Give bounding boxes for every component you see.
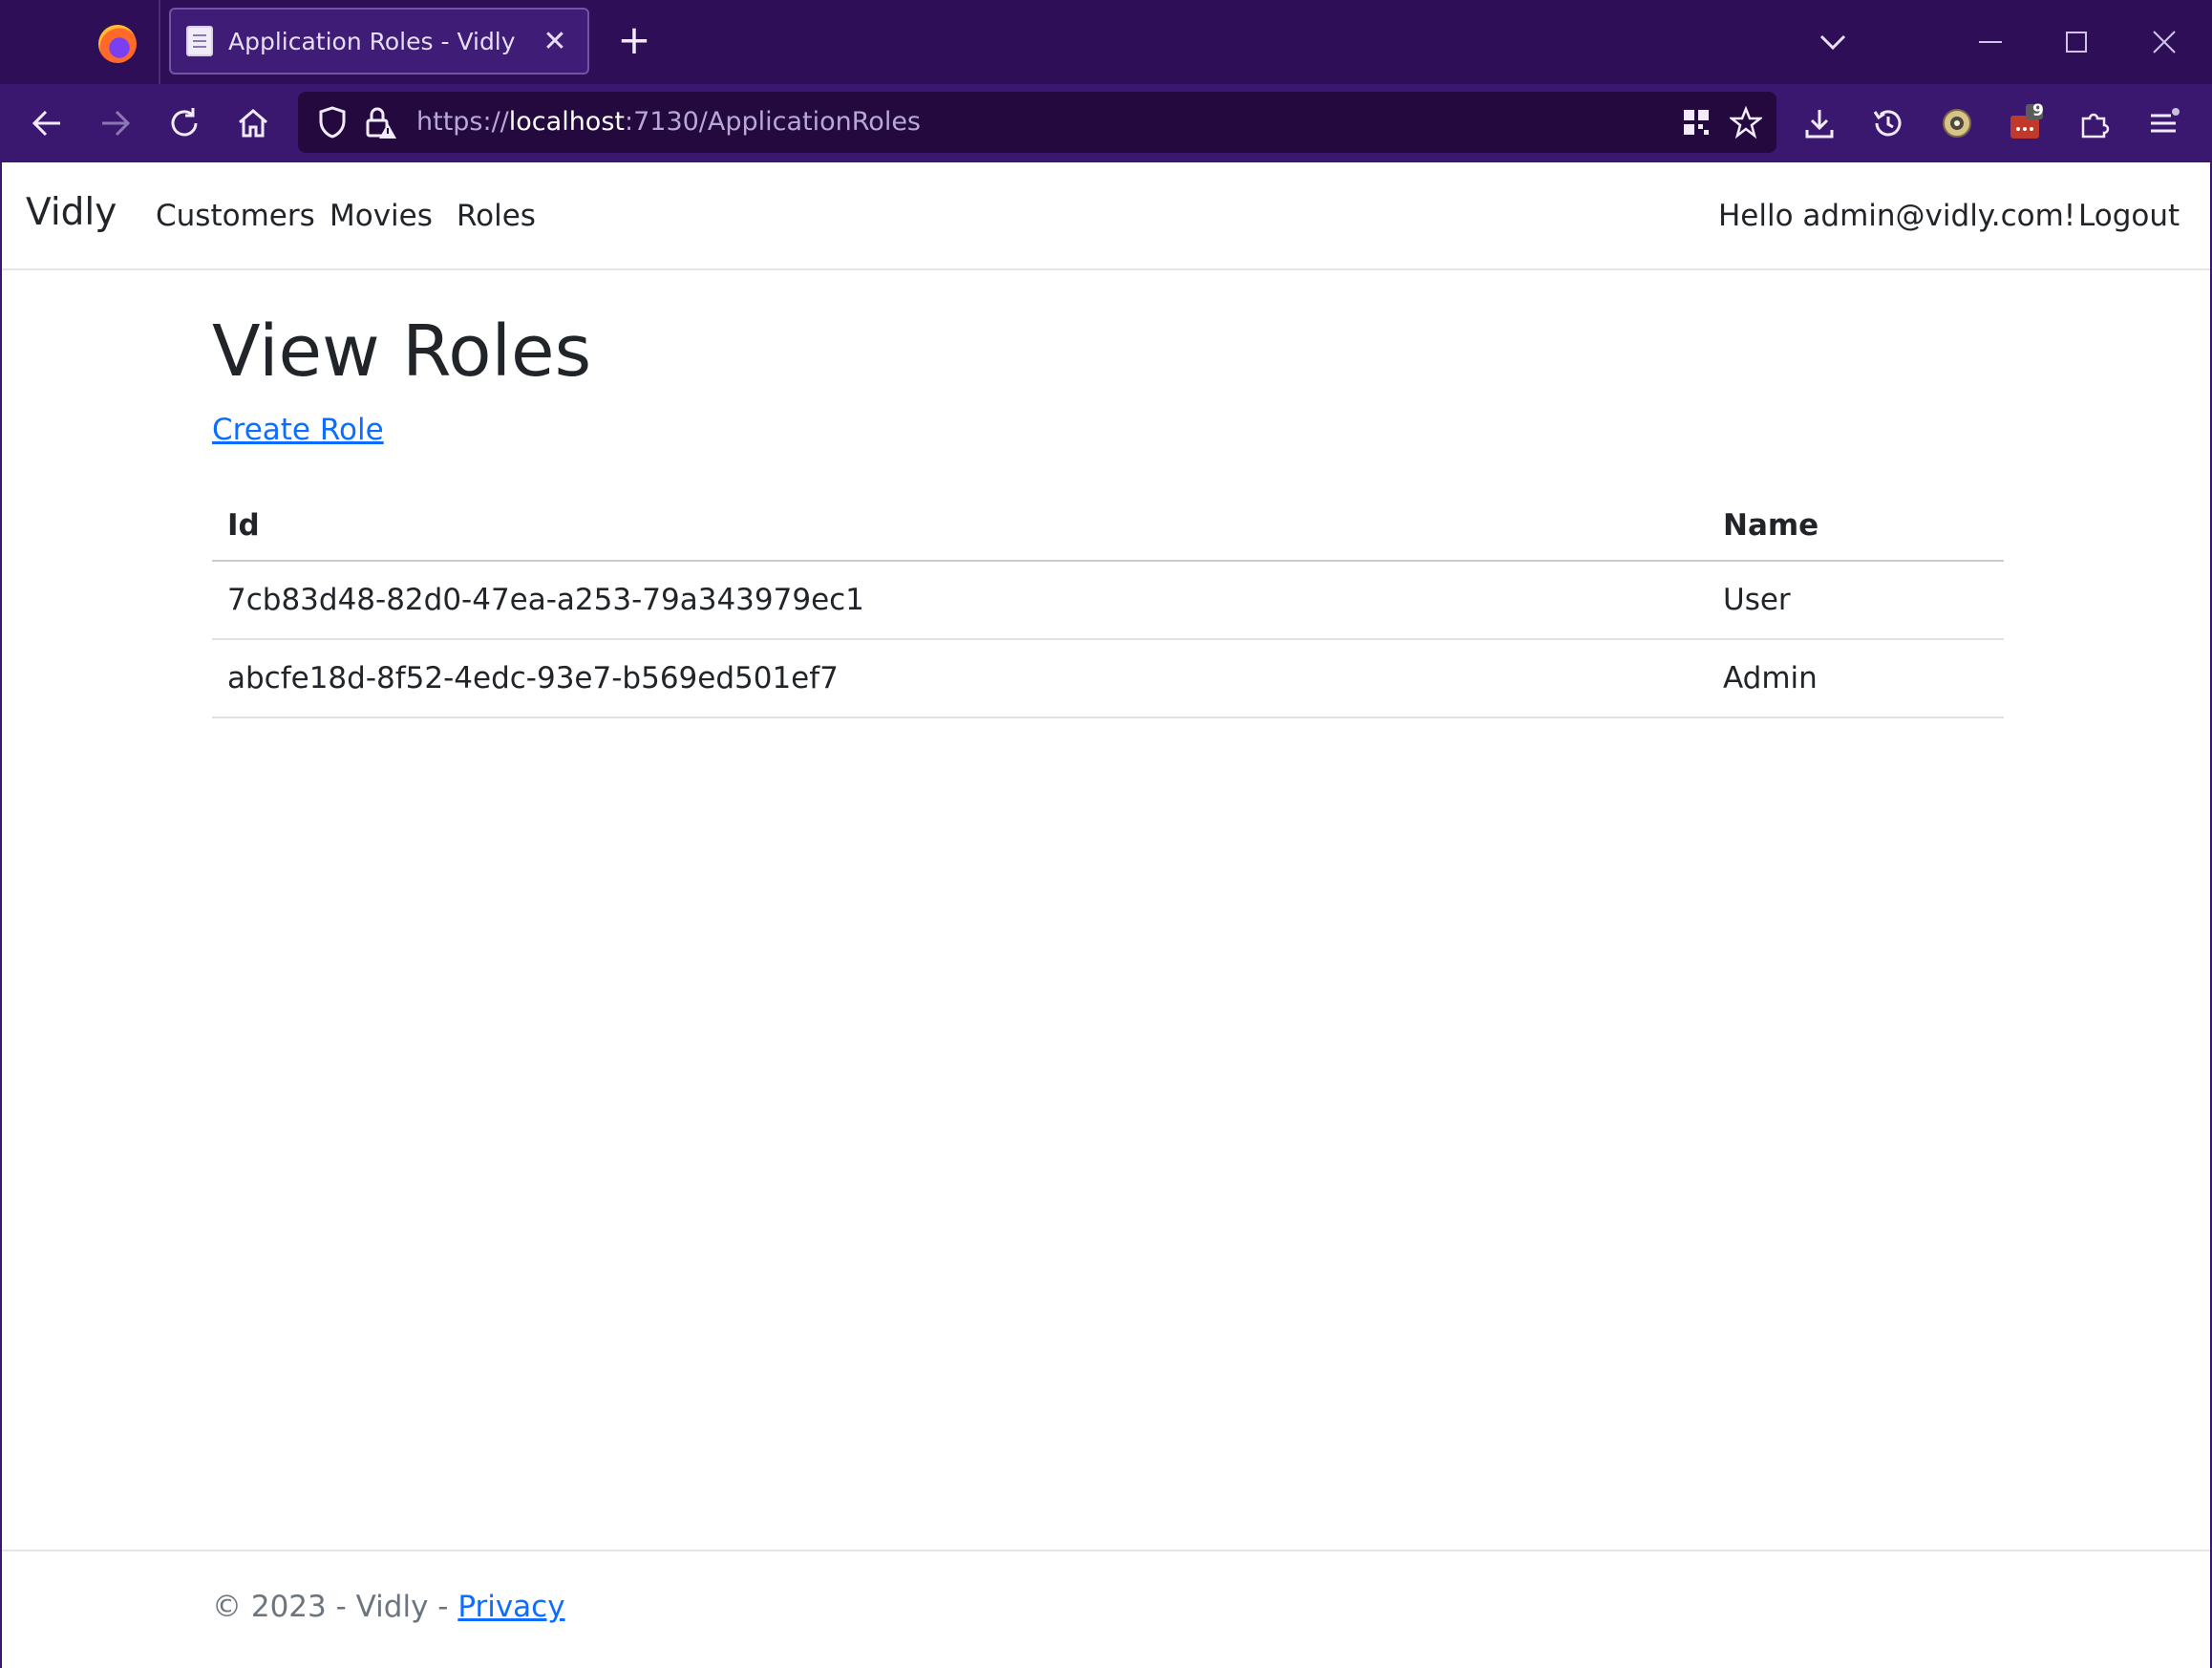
extension-badge-button[interactable]: 9 bbox=[2000, 97, 2052, 149]
forward-button[interactable] bbox=[90, 97, 141, 149]
column-header-name: Name bbox=[1723, 508, 1819, 543]
role-id-cell: 7cb83d48-82d0-47ea-a253-79a343979ec1 bbox=[227, 583, 864, 617]
extension-count-badge: 9 bbox=[2032, 101, 2044, 120]
downloads-button[interactable] bbox=[1794, 97, 1845, 149]
table-header-row: Id Name bbox=[212, 487, 2004, 562]
forward-arrow-icon bbox=[102, 110, 131, 137]
logout-button[interactable]: Logout bbox=[2078, 199, 2180, 233]
page-favicon-icon bbox=[186, 26, 213, 56]
extensions-puzzle-button[interactable] bbox=[2069, 97, 2120, 149]
back-button[interactable] bbox=[21, 97, 73, 149]
back-arrow-icon bbox=[32, 110, 60, 137]
insecure-lock-warning-icon[interactable] bbox=[359, 101, 401, 143]
home-icon bbox=[239, 109, 267, 138]
roles-table: Id Name 7cb83d48-82d0-47ea-a253-79a34397… bbox=[212, 487, 2004, 718]
tracking-protection-shield-icon[interactable] bbox=[311, 101, 353, 143]
browser-toolbar: https://localhost:7130/ApplicationRoles bbox=[0, 84, 2212, 162]
create-role-link[interactable]: Create Role bbox=[212, 413, 384, 447]
tab-title: Application Roles - Vidly bbox=[228, 27, 516, 55]
home-button[interactable] bbox=[227, 97, 279, 149]
privacy-link[interactable]: Privacy bbox=[457, 1590, 564, 1624]
bookmark-star-icon[interactable] bbox=[1725, 101, 1767, 143]
page-title: View Roles bbox=[212, 310, 592, 393]
app-menu-button[interactable] bbox=[2138, 97, 2189, 149]
history-icon bbox=[1873, 110, 1902, 137]
history-button[interactable] bbox=[1862, 97, 1914, 149]
table-row: 7cb83d48-82d0-47ea-a253-79a343979ec1 Use… bbox=[212, 562, 2004, 640]
url-text[interactable]: https://localhost:7130/ApplicationRoles bbox=[416, 92, 921, 153]
nav-roles-link[interactable]: Roles bbox=[457, 199, 536, 233]
brand-link[interactable]: Vidly bbox=[26, 191, 117, 234]
user-greeting-link[interactable]: Hello admin@vidly.com! bbox=[1718, 199, 2075, 233]
firefox-logo-icon[interactable] bbox=[98, 25, 137, 63]
footer-text: © 2023 - Vidly - Privacy bbox=[212, 1590, 565, 1624]
globe-extension-icon bbox=[1943, 109, 1971, 138]
reload-icon bbox=[171, 108, 198, 137]
tab-close-button[interactable]: ✕ bbox=[536, 25, 574, 58]
copyright-text: © 2023 - Vidly - bbox=[212, 1590, 458, 1624]
url-bar[interactable]: https://localhost:7130/ApplicationRoles bbox=[298, 92, 1776, 153]
hamburger-menu-icon bbox=[2151, 108, 2180, 133]
qr-code-icon[interactable] bbox=[1675, 101, 1717, 143]
active-tab[interactable]: Application Roles - Vidly ✕ bbox=[169, 8, 589, 75]
list-all-tabs-chevron-down-icon[interactable] bbox=[1810, 21, 1856, 63]
site-navbar: Vidly Customers Movies Roles Hello admin… bbox=[2, 162, 2210, 270]
download-icon bbox=[1805, 110, 1834, 139]
puzzle-piece-icon bbox=[2081, 113, 2110, 139]
role-name-cell: Admin bbox=[1723, 661, 1818, 695]
nav-movies-link[interactable]: Movies bbox=[330, 199, 433, 233]
browser-titlebar: Application Roles - Vidly ✕ + bbox=[0, 0, 2212, 84]
nav-customers-link[interactable]: Customers bbox=[156, 199, 315, 233]
site-footer: © 2023 - Vidly - Privacy bbox=[2, 1550, 2210, 1668]
table-row: abcfe18d-8f52-4edc-93e7-b569ed501ef7 Adm… bbox=[212, 640, 2004, 718]
new-tab-button[interactable]: + bbox=[611, 17, 657, 63]
reload-button[interactable] bbox=[159, 97, 210, 149]
tab-divider bbox=[159, 0, 160, 84]
extension-globe-button[interactable] bbox=[1931, 97, 1983, 149]
close-window-button[interactable] bbox=[2143, 21, 2185, 63]
maximize-window-button[interactable] bbox=[2055, 21, 2097, 63]
role-id-cell: abcfe18d-8f52-4edc-93e7-b569ed501ef7 bbox=[227, 661, 839, 695]
column-header-id: Id bbox=[227, 508, 260, 543]
minimize-window-button[interactable] bbox=[1969, 21, 2011, 63]
role-name-cell: User bbox=[1723, 583, 1791, 617]
web-page: Vidly Customers Movies Roles Hello admin… bbox=[0, 162, 2212, 1668]
